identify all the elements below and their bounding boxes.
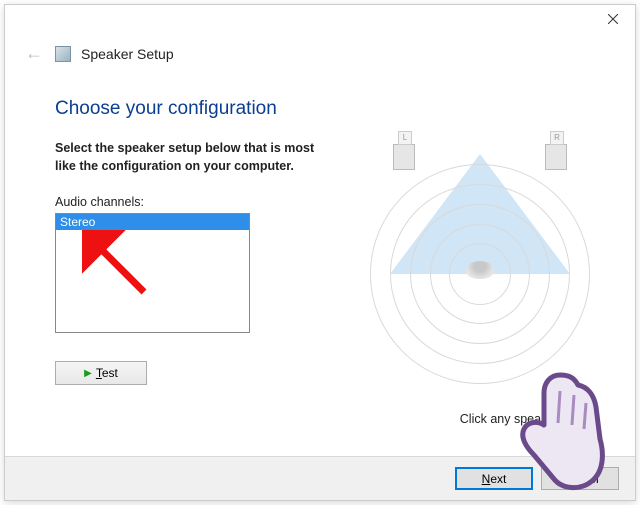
audio-channels-listbox[interactable]: Stereo <box>55 213 250 333</box>
speaker-setup-dialog: ← Speaker Setup Choose your configuratio… <box>4 4 636 501</box>
channels-label: Audio channels: <box>55 195 335 209</box>
listener-icon <box>466 261 494 279</box>
test-button-label: T <box>96 366 102 380</box>
titlebar <box>5 5 635 35</box>
cancel-button[interactable]: Cancel <box>541 467 619 490</box>
page-title: Choose your configuration <box>55 98 335 120</box>
next-button[interactable]: Next <box>455 467 533 490</box>
speaker-right[interactable] <box>545 144 567 170</box>
next-button-label: ext <box>490 472 506 486</box>
play-icon: ▶ <box>84 368 92 379</box>
left-pane: Choose your configuration Select the spe… <box>25 78 345 385</box>
hint-text: Click any speaker abov <box>460 412 589 426</box>
back-icon: ← <box>25 43 43 64</box>
channel-option-stereo[interactable]: Stereo <box>56 214 249 230</box>
header-title: Speaker Setup <box>81 46 174 62</box>
speaker-diagram <box>365 138 595 358</box>
content: Choose your configuration Select the spe… <box>5 78 635 385</box>
header: ← Speaker Setup <box>5 35 635 78</box>
right-pane <box>345 78 615 385</box>
footer: Next Cancel <box>5 456 635 500</box>
test-button[interactable]: ▶ Test <box>55 361 147 385</box>
close-button[interactable] <box>590 5 635 33</box>
speaker-left[interactable] <box>393 144 415 170</box>
speaker-icon <box>55 46 71 62</box>
instruction-text: Select the speaker setup below that is m… <box>55 140 335 175</box>
cancel-button-label: Cancel <box>561 472 598 486</box>
